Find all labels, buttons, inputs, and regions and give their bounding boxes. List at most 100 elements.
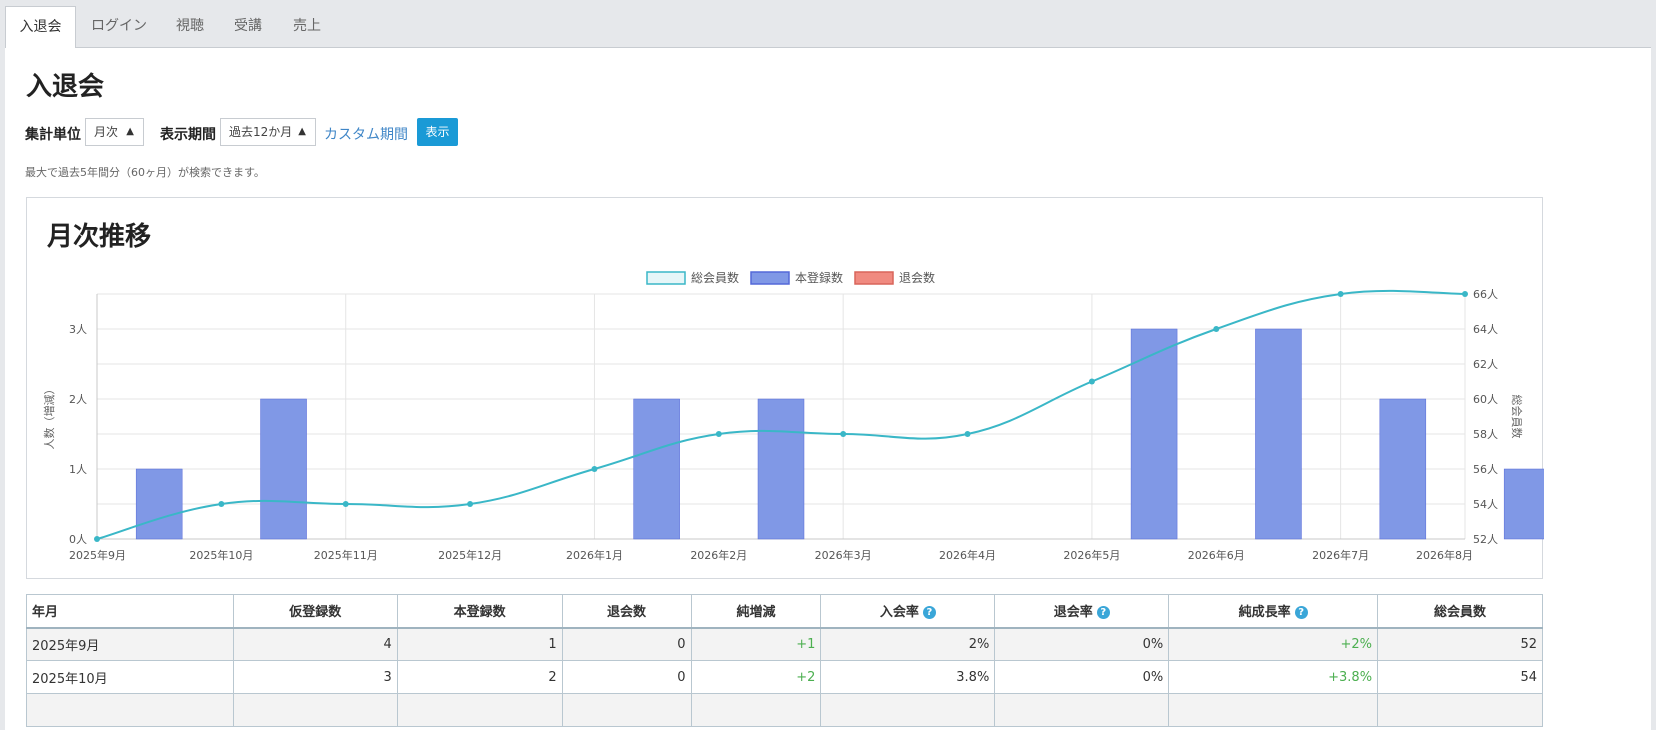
table-row: 2025年10月 3 2 0 +2 3.8% 0% +3.8% 54 (26, 660, 1543, 694)
cell-provisional (232, 693, 398, 727)
tab-login[interactable]: ログイン (80, 8, 158, 48)
period-label: 表示期間 (160, 127, 216, 143)
right-tick-label: 66人 (1473, 288, 1498, 301)
col-header-label: 純増減 (736, 605, 776, 621)
col-header: 仮登録数 (232, 594, 398, 629)
x-tick-label: 2025年9月 (69, 548, 126, 562)
table-header-row: 年月 仮登録数 本登録数 退会数 純増減 入会率? 退会率? 純成長率? 総会員… (26, 594, 1543, 629)
col-header: 退会数 (561, 594, 692, 629)
cell-withdraw-rate: 0% (994, 660, 1170, 694)
sort-caret-icon: ▲︎ (298, 126, 306, 137)
col-header: 年月 (26, 594, 234, 629)
tab-membership[interactable]: 入退会 (5, 6, 76, 48)
bar-registered (135, 468, 183, 540)
right-tick-label: 60人 (1473, 393, 1498, 406)
cell-withdrawn (561, 693, 692, 727)
cell-withdraw-rate (994, 693, 1170, 727)
show-button[interactable]: 表示 (417, 118, 458, 146)
left-tick-label: 2人 (69, 393, 87, 406)
x-tick-label: 2026年3月 (815, 548, 872, 562)
x-tick-label: 2026年5月 (1063, 548, 1120, 562)
x-tick-label: 2026年2月 (690, 548, 747, 562)
x-tick-label: 2026年1月 (566, 548, 623, 562)
x-tick-label: 2025年12月 (438, 548, 502, 562)
period-select-value: 過去12か月 (229, 125, 293, 139)
cell-registered (396, 693, 563, 727)
custom-period-link[interactable]: カスタム期間 (324, 124, 408, 144)
col-header-label: 年月 (32, 605, 59, 621)
unit-label: 集計単位 (25, 127, 81, 143)
col-header-label: 入会率 (879, 605, 919, 621)
cell-month: 2025年10月 (26, 660, 234, 694)
left-tick-label: 0人 (69, 533, 87, 546)
tab-bar: 入退会 ログイン 視聴 受講 売上 (0, 0, 1656, 48)
page-title: 入退会 (26, 72, 105, 102)
cell-net-change (690, 693, 822, 727)
x-tick-label: 2026年8月 (1416, 548, 1473, 562)
cell-registered: 1 (396, 627, 563, 661)
tab-attendance[interactable]: 受講 (220, 8, 276, 48)
search-range-note: 最大で過去5年間分（60ヶ月）が検索できます。 (25, 166, 265, 179)
total-members-point (964, 431, 971, 437)
left-tick-label: 1人 (69, 463, 87, 476)
col-header: 総会員数 (1377, 594, 1543, 629)
col-header-label: 退会数 (607, 605, 647, 621)
col-header: 純成長率? (1168, 594, 1379, 629)
cell-join-rate: 3.8% (820, 660, 996, 694)
total-members-point (342, 501, 349, 507)
cell-net-change: +1 (690, 627, 822, 661)
legend-swatch (750, 271, 790, 285)
x-tick-label: 2025年10月 (189, 548, 253, 562)
cell-month: 2025年9月 (26, 627, 234, 661)
total-members-point (840, 431, 847, 437)
col-header-label: 仮登録数 (289, 605, 342, 621)
bar-registered (1379, 398, 1427, 540)
unit-select[interactable]: 月次 ▲︎ (85, 118, 144, 146)
legend-label: 総会員数 (691, 270, 739, 285)
cell-growth-rate: +3.8% (1168, 660, 1379, 694)
col-header-label: 本登録数 (453, 605, 506, 621)
col-header-label: 退会率 (1053, 605, 1093, 621)
cell-total (1377, 693, 1543, 727)
tab-viewing[interactable]: 視聴 (162, 8, 218, 48)
help-icon[interactable]: ? (922, 606, 936, 620)
content-panel: 入退会 集計単位 月次 ▲︎ 表示期間 過去12か月 ▲︎ カスタム期間 表示 … (5, 47, 1651, 730)
right-tick-label: 62人 (1473, 358, 1498, 371)
cell-total: 54 (1377, 660, 1543, 694)
help-icon[interactable]: ? (1294, 606, 1308, 620)
total-members-point (1462, 291, 1468, 297)
col-header-label: 純成長率 (1238, 605, 1291, 621)
total-members-point (218, 501, 225, 507)
total-members-point (94, 536, 100, 542)
tab-sales[interactable]: 売上 (279, 8, 335, 48)
right-tick-label: 52人 (1473, 533, 1498, 546)
bar-registered (1503, 468, 1544, 540)
cell-withdrawn: 0 (561, 660, 692, 694)
y-axis-title-right: 総会員数 (1510, 395, 1524, 439)
cell-join-rate (820, 693, 996, 727)
chart-card: 月次推移 0人 1人 2人 3人 52人 54人 56人 58人 60人 62人 64人 66人 202… (26, 197, 1544, 579)
cell-withdraw-rate: 0% (994, 627, 1170, 661)
col-header-label: 総会員数 (1434, 605, 1487, 621)
right-tick-label: 64人 (1473, 323, 1498, 336)
sort-caret-icon: ▲︎ (126, 126, 134, 137)
help-icon[interactable]: ? (1096, 606, 1110, 620)
cell-provisional: 3 (232, 660, 398, 694)
x-tick-label: 2025年11月 (314, 548, 378, 562)
col-header: 入会率? (820, 594, 996, 629)
bar-registered (633, 398, 680, 540)
legend-swatch (646, 271, 686, 285)
left-tick-label: 3人 (69, 323, 87, 336)
bar-registered (260, 398, 307, 540)
total-members-point (715, 431, 722, 437)
bar-registered (757, 398, 805, 540)
total-members-point (1337, 291, 1344, 297)
y-axis-title-left: 人数（増減） (42, 384, 56, 450)
monthly-chart: 0人 1人 2人 3人 52人 54人 56人 58人 60人 62人 64人 66人 2025年9月 2… (42, 270, 1544, 562)
period-select[interactable]: 過去12か月 ▲︎ (220, 118, 316, 146)
total-members-point (591, 466, 598, 472)
total-members-point (1213, 326, 1220, 332)
table-row: 2025年9月 4 1 0 +1 2% 0% +2% 52 (26, 627, 1543, 661)
x-tick-label: 2026年4月 (939, 548, 996, 562)
total-members-point (1088, 378, 1095, 385)
